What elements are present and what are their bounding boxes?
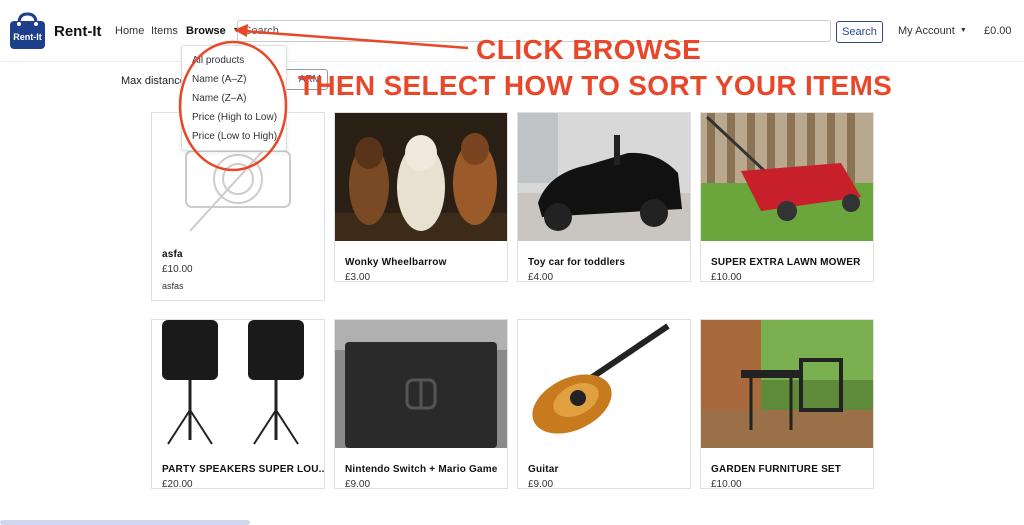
- product-price: £10.00: [162, 264, 193, 275]
- product-price: £9.00: [345, 479, 371, 489]
- caret-down-icon: ▼: [959, 27, 967, 34]
- browse-dropdown-menu: All products Name (A–Z) Name (Z–A) Price…: [181, 45, 287, 151]
- menu-item-name-z-a[interactable]: Name (Z–A): [192, 93, 246, 104]
- my-account-label: My Account: [898, 25, 955, 37]
- product-card[interactable]: PARTY SPEAKERS SUPER LOU...£20.00Awesome…: [151, 319, 325, 489]
- cart-total[interactable]: £0.00: [984, 25, 1012, 37]
- product-image[interactable]: [335, 320, 507, 448]
- menu-item-price-low-high[interactable]: Price (Low to High): [192, 131, 277, 142]
- max-distance-label: Max distance: [121, 75, 186, 87]
- menu-item-price-high-low[interactable]: Price (High to Low): [192, 112, 277, 123]
- annotation-click-browse: CLICK BROWSE: [476, 34, 702, 65]
- product-image[interactable]: [518, 320, 690, 448]
- product-title[interactable]: asfa: [162, 249, 183, 260]
- product-card[interactable]: GARDEN FURNITURE SET£10.00GARDEN FURNITU…: [700, 319, 874, 489]
- product-title[interactable]: Nintendo Switch + Mario Game: [345, 464, 498, 475]
- product-image[interactable]: [701, 320, 873, 448]
- product-price: £10.00: [711, 479, 742, 489]
- product-title[interactable]: SUPER EXTRA LAWN MOWER: [711, 257, 861, 268]
- search-button[interactable]: Search: [836, 21, 883, 43]
- nav-items[interactable]: Items: [151, 25, 178, 37]
- product-image[interactable]: [518, 113, 690, 241]
- product-card[interactable]: Toy car for toddlers£4.00This is toddler…: [517, 112, 691, 282]
- annotation-select-sort: THEN SELECT HOW TO SORT YOUR ITEMS: [298, 70, 893, 101]
- bottom-scroll-indicator: [0, 520, 250, 525]
- product-price: £9.00: [528, 479, 554, 489]
- product-title[interactable]: PARTY SPEAKERS SUPER LOU...: [162, 464, 324, 475]
- nav-browse[interactable]: Browse▼: [186, 25, 240, 37]
- product-image[interactable]: [152, 320, 324, 448]
- product-price: £10.00: [711, 272, 742, 282]
- nav-browse-label: Browse: [186, 25, 226, 37]
- product-title[interactable]: GARDEN FURNITURE SET: [711, 464, 841, 475]
- product-price: £4.00: [528, 272, 554, 282]
- product-card[interactable]: Wonky Wheelbarrow£3.00Wonky Wheelbarrow …: [334, 112, 508, 282]
- product-image[interactable]: [335, 113, 507, 241]
- product-image[interactable]: [701, 113, 873, 241]
- menu-item-all-products[interactable]: All products: [192, 55, 244, 66]
- product-price: £3.00: [345, 272, 371, 282]
- my-account-menu[interactable]: My Account ▼: [898, 25, 967, 37]
- product-card[interactable]: Nintendo Switch + Mario Game£9.00I would…: [334, 319, 508, 489]
- product-price: £20.00: [162, 479, 193, 489]
- product-description: asfas: [162, 281, 184, 291]
- product-title[interactable]: Wonky Wheelbarrow: [345, 257, 447, 268]
- product-card[interactable]: Guitar£9.006 string GITARRRA!!!!: [517, 319, 691, 489]
- product-card[interactable]: SUPER EXTRA LAWN MOWER£10.00THIS IS MY A…: [700, 112, 874, 282]
- nav-home[interactable]: Home: [115, 25, 144, 37]
- logo-text: Rent-It: [13, 32, 42, 42]
- rent-it-logo[interactable]: Rent-It: [9, 12, 46, 50]
- brand-name[interactable]: Rent-It: [54, 23, 102, 40]
- product-title[interactable]: Guitar: [528, 464, 559, 475]
- product-title[interactable]: Toy car for toddlers: [528, 257, 625, 268]
- menu-item-name-a-z[interactable]: Name (A–Z): [192, 74, 246, 85]
